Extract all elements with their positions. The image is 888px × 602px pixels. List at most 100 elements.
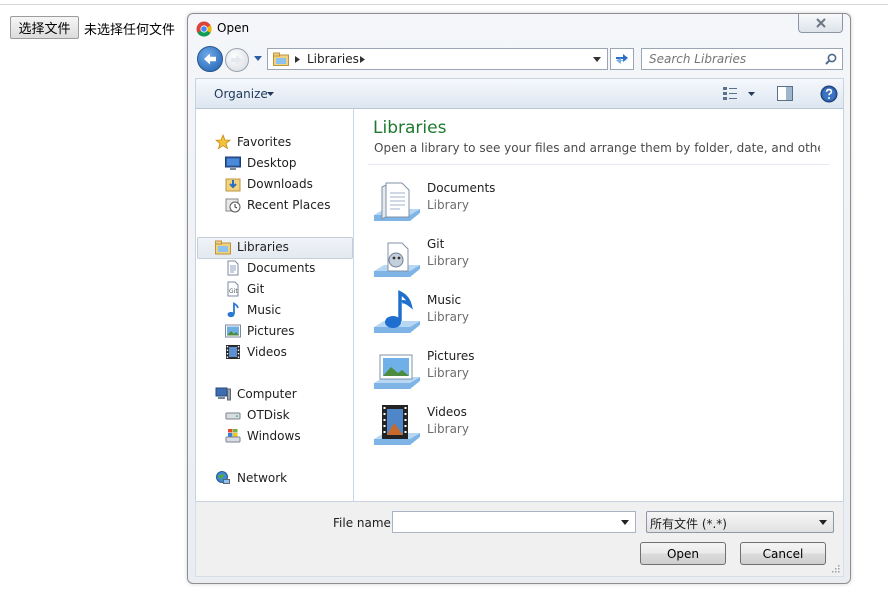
preview-pane-icon[interactable] — [777, 86, 793, 101]
library-item-git[interactable]: Git Library — [372, 233, 672, 285]
library-type: Library — [427, 366, 469, 380]
search-box[interactable] — [641, 48, 843, 70]
nav-libraries-label: Libraries — [237, 240, 289, 254]
organize-menu[interactable]: Organize — [214, 87, 268, 101]
nav-item-label: Recent Places — [247, 198, 331, 212]
address-bar[interactable]: Libraries — [267, 48, 608, 70]
nav-computer[interactable]: Computer — [215, 384, 297, 404]
dialog-footer: File name: 所有文件 (*.*) Open Cancel — [195, 501, 844, 577]
refresh-button[interactable] — [610, 48, 634, 70]
breadcrumb-arrow-icon[interactable] — [295, 56, 300, 63]
nav-item-recent-places[interactable]: Recent Places — [225, 195, 330, 215]
page-top-rule — [0, 4, 888, 5]
open-button[interactable]: Open — [640, 542, 726, 565]
nav-item-label: OTDisk — [247, 408, 290, 422]
windows-drive-icon — [225, 429, 241, 443]
chevron-down-icon[interactable] — [748, 92, 755, 96]
recent-places-icon — [225, 198, 241, 213]
nav-item-label: Downloads — [247, 177, 313, 191]
nav-item-pictures[interactable]: Pictures — [225, 321, 295, 341]
change-view-icon[interactable] — [722, 86, 738, 101]
forward-button[interactable] — [225, 48, 249, 72]
nav-libraries[interactable]: Libraries — [215, 237, 289, 257]
library-item-music[interactable]: Music Library — [372, 289, 672, 341]
nav-item-music[interactable]: Music — [225, 300, 281, 320]
network-icon — [216, 471, 230, 484]
document-icon — [227, 260, 239, 276]
drive-icon — [225, 412, 241, 420]
desktop-icon — [225, 156, 241, 170]
search-input[interactable] — [642, 49, 820, 69]
library-item-pictures[interactable]: Pictures Library — [372, 345, 672, 397]
nav-item-documents[interactable]: Documents — [225, 258, 315, 278]
library-name: Videos — [427, 405, 467, 419]
file-type-select[interactable]: 所有文件 (*.*) — [646, 511, 834, 533]
chevron-down-icon[interactable] — [267, 92, 274, 96]
nav-item-label: Pictures — [247, 324, 295, 338]
chrome-icon — [196, 21, 212, 37]
chevron-down-icon — [819, 520, 827, 525]
library-item-videos[interactable]: Videos Library — [372, 401, 672, 453]
library-type: Library — [427, 254, 469, 268]
content-title: Libraries — [373, 118, 447, 138]
chevron-down-icon[interactable] — [593, 57, 601, 62]
cancel-button[interactable]: Cancel — [740, 542, 826, 565]
library-name: Pictures — [427, 349, 475, 363]
close-icon — [815, 18, 826, 28]
documents-library-icon — [374, 182, 420, 221]
file-name-input[interactable] — [393, 512, 615, 532]
nav-item-label: Desktop — [247, 156, 297, 170]
computer-icon — [215, 387, 231, 401]
music-note-icon — [227, 302, 239, 318]
nav-item-label: Music — [247, 303, 282, 317]
git-library-icon — [374, 242, 420, 277]
nav-favorites-label: Favorites — [237, 135, 292, 149]
back-button[interactable] — [197, 46, 223, 72]
nav-item-videos[interactable]: Videos — [225, 342, 287, 362]
library-item-documents[interactable]: Documents Library — [372, 177, 672, 229]
choose-file-button[interactable]: 选择文件 — [10, 16, 79, 39]
nav-network[interactable]: Network — [215, 468, 287, 488]
search-icon[interactable] — [825, 53, 837, 65]
videos-library-icon — [374, 405, 420, 445]
music-library-icon — [374, 290, 420, 333]
resize-grip-icon[interactable] — [830, 563, 840, 573]
nav-item-downloads[interactable]: Downloads — [225, 174, 313, 194]
navigation-pane: Favorites Desktop Downloads Recent Place… — [195, 109, 354, 501]
nav-network-label: Network — [237, 471, 288, 485]
nav-item-otdisk[interactable]: OTDisk — [225, 405, 290, 425]
breadcrumb-libraries[interactable]: Libraries — [307, 52, 359, 66]
arrow-right-icon — [231, 55, 242, 65]
nav-favorites[interactable]: Favorites — [215, 132, 291, 152]
library-name: Documents — [427, 181, 496, 195]
help-icon[interactable] — [820, 85, 838, 103]
arrow-left-icon — [204, 53, 216, 65]
pictures-library-icon — [374, 354, 420, 389]
dialog-title: Open — [217, 21, 250, 35]
svg-text:Git: Git — [229, 288, 238, 295]
libraries-folder-icon — [215, 240, 231, 255]
content-description: Open a library to see your files and arr… — [374, 141, 820, 155]
nav-item-git[interactable]: Git Git — [225, 279, 264, 299]
nav-computer-label: Computer — [237, 387, 297, 401]
close-button[interactable] — [798, 14, 843, 33]
nav-item-windows[interactable]: Windows — [225, 426, 301, 446]
videos-film-icon — [226, 345, 240, 359]
nav-item-desktop[interactable]: Desktop — [225, 153, 297, 173]
refresh-icon — [616, 54, 628, 64]
git-file-icon: Git — [227, 281, 239, 297]
no-file-chosen-text: 未选择任何文件 — [84, 23, 176, 38]
command-bar: Organize — [195, 78, 844, 109]
chevron-down-icon[interactable] — [621, 520, 629, 525]
breadcrumb-arrow-icon[interactable] — [360, 56, 365, 63]
libraries-folder-icon — [273, 52, 289, 66]
star-icon — [215, 134, 231, 150]
recent-locations-icon[interactable] — [254, 56, 262, 62]
file-type-value: 所有文件 (*.*) — [650, 517, 727, 531]
library-name: Git — [427, 237, 445, 251]
content-pane: Libraries Open a library to see your fil… — [354, 109, 844, 501]
open-file-dialog: Open Libraries Search Libraries Organize… — [187, 13, 851, 584]
file-name-combobox[interactable] — [392, 511, 636, 533]
library-type: Library — [427, 198, 469, 212]
nav-item-label: Videos — [247, 345, 287, 359]
